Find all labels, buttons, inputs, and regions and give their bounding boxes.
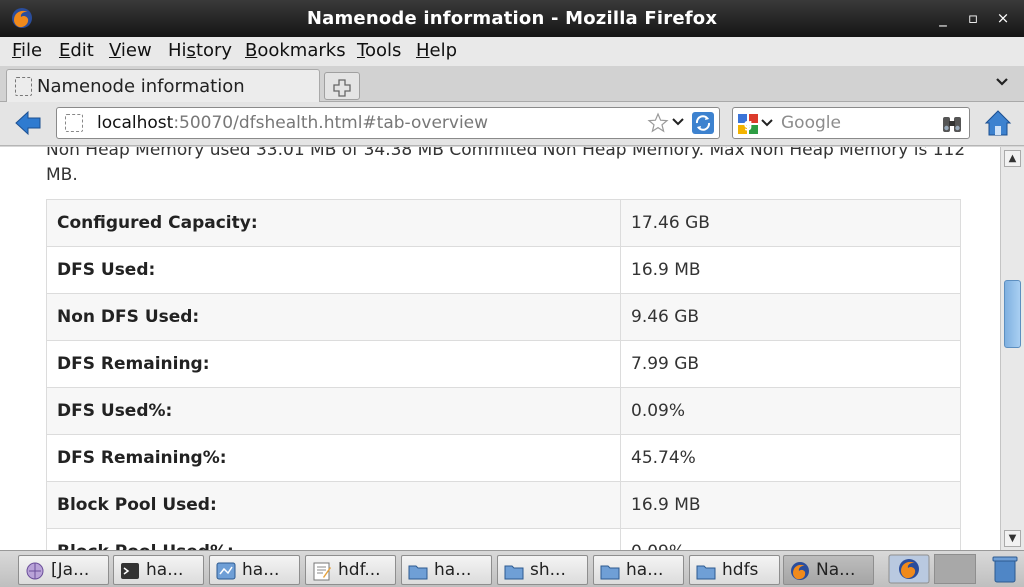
row-label: DFS Used%: [46, 387, 621, 435]
search-bar[interactable]: g Google [732, 107, 970, 139]
folder-icon [504, 561, 524, 581]
menu-bar: File Edit View History Bookmarks Tools H… [0, 37, 1024, 66]
tab-label: Namenode information [37, 76, 245, 97]
svg-text:g: g [744, 117, 753, 131]
row-value: 7.99 GB [620, 340, 961, 388]
menu-file[interactable]: File [12, 40, 42, 61]
search-engine-chevron-icon[interactable] [761, 117, 773, 129]
folder-icon [408, 561, 428, 581]
url-dropdown-chevron-icon[interactable] [671, 115, 685, 129]
row-label: Configured Capacity: [46, 199, 621, 247]
menu-tools[interactable]: Tools [357, 40, 401, 61]
row-label: DFS Remaining: [46, 340, 621, 388]
tab-namenode-information[interactable]: Namenode information [6, 69, 320, 102]
trash-icon[interactable] [992, 554, 1018, 584]
table-row: DFS Used: 16.9 MB [46, 246, 961, 294]
row-value: 9.46 GB [620, 293, 961, 341]
file-manager-icon [216, 561, 236, 581]
minimize-button[interactable]: _ [932, 8, 954, 28]
menu-help[interactable]: Help [416, 40, 457, 61]
taskbar-button-label: hdf... [338, 560, 381, 580]
maximize-button[interactable]: ▫ [962, 8, 984, 28]
site-identity-icon[interactable] [65, 114, 83, 132]
reload-icon[interactable] [691, 111, 715, 135]
taskbar-button-label: ha... [626, 560, 664, 580]
taskbar-button[interactable]: sh... [497, 555, 588, 585]
row-label: DFS Used: [46, 246, 621, 294]
tab-bar: Namenode information [0, 66, 1024, 102]
taskbar-button[interactable]: hdfs [689, 555, 780, 585]
table-row: Block Pool Used%:0.09% [46, 528, 961, 550]
taskbar-button-label: Na... [816, 560, 856, 580]
table-row: Non DFS Used: 9.46 GB [46, 293, 961, 341]
taskbar-button[interactable]: ha... [209, 555, 300, 585]
firefox-icon [790, 561, 810, 581]
row-label: DFS Remaining%: [46, 434, 621, 482]
back-arrow-icon[interactable] [12, 108, 44, 138]
table-row: Block Pool Used: 16.9 MB [46, 481, 961, 529]
table-row: DFS Used%: 0.09% [46, 387, 961, 435]
row-value: 45.74% [620, 434, 961, 482]
java-icon [25, 561, 45, 581]
taskbar-button-label: ha... [146, 560, 184, 580]
folder-icon [600, 561, 620, 581]
scroll-up-arrow-icon[interactable]: ▲ [1004, 150, 1021, 167]
firefox-launcher-icon[interactable] [888, 554, 930, 584]
taskbar-button[interactable]: ha... [401, 555, 492, 585]
taskbar-button-label: hdfs [722, 560, 759, 580]
memory-summary-text: Non Heap Memory used 33.01 MB of 34.38 M… [46, 147, 966, 185]
tab-list-chevron-icon[interactable] [992, 72, 1012, 92]
terminal-icon [120, 561, 140, 581]
table-row: DFS Remaining: 7.99 GB [46, 340, 961, 388]
table-row: DFS Remaining%: 45.74% [46, 434, 961, 482]
taskbar-button-label: [Ja... [51, 560, 90, 580]
capacity-summary-table: Configured Capacity: 17.46 GB DFS Used: 16.… [46, 199, 961, 550]
url-text[interactable]: localhost:50070/dfshealth.html#tab-overv… [97, 113, 488, 133]
text-editor-icon [312, 561, 332, 581]
page-content: Non Heap Memory used 33.01 MB of 34.38 M… [0, 147, 1000, 550]
taskbar-button-label: ha... [242, 560, 280, 580]
taskbar-button[interactable]: ha... [593, 555, 684, 585]
taskbar-button[interactable]: ha... [113, 555, 204, 585]
home-icon[interactable] [983, 108, 1013, 138]
taskbar-button[interactable]: [Ja... [18, 555, 109, 585]
scrollbar-thumb[interactable] [1004, 279, 1021, 348]
row-label: Block Pool Used%: [46, 528, 621, 550]
scroll-down-arrow-icon[interactable]: ▼ [1004, 530, 1021, 547]
row-value: 0.09% [620, 528, 961, 550]
row-label: Non DFS Used: [46, 293, 621, 341]
window-title: Namenode information - Mozilla Firefox [306, 8, 718, 29]
workspace-switcher[interactable] [934, 554, 976, 584]
plus-icon [333, 79, 351, 97]
binoculars-search-icon[interactable] [941, 113, 963, 135]
menu-bookmarks[interactable]: Bookmarks [245, 40, 346, 61]
google-search-engine-icon[interactable]: g [737, 113, 759, 135]
row-value: 17.46 GB [620, 199, 961, 247]
taskbar: [Ja... ha... ha... hdf... ha... sh... ha... hdf… [0, 550, 1024, 587]
page-icon [15, 77, 32, 96]
navigation-toolbar: localhost:50070/dfshealth.html#tab-overv… [0, 102, 1024, 146]
table-row: Configured Capacity: 17.46 GB [46, 199, 961, 247]
menu-history[interactable]: History [168, 40, 232, 61]
row-value: 0.09% [620, 387, 961, 435]
new-tab-button[interactable] [324, 72, 360, 100]
folder-icon [696, 561, 716, 581]
url-bar[interactable]: localhost:50070/dfshealth.html#tab-overv… [56, 107, 720, 139]
close-button[interactable]: × [992, 8, 1014, 28]
menu-edit[interactable]: Edit [59, 40, 94, 61]
taskbar-button[interactable]: hdf... [305, 555, 396, 585]
row-value: 16.9 MB [620, 246, 961, 294]
bookmark-star-icon[interactable] [647, 112, 669, 134]
row-value: 16.9 MB [620, 481, 961, 529]
window-titlebar: Namenode information - Mozilla Firefox _… [0, 0, 1024, 37]
taskbar-button[interactable]: Na... [783, 555, 874, 585]
menu-view[interactable]: View [109, 40, 152, 61]
taskbar-button-label: ha... [434, 560, 472, 580]
taskbar-button-label: sh... [530, 560, 566, 580]
row-label: Block Pool Used: [46, 481, 621, 529]
vertical-scrollbar[interactable]: ▲ ▼ [1000, 147, 1024, 550]
search-placeholder: Google [781, 113, 841, 133]
